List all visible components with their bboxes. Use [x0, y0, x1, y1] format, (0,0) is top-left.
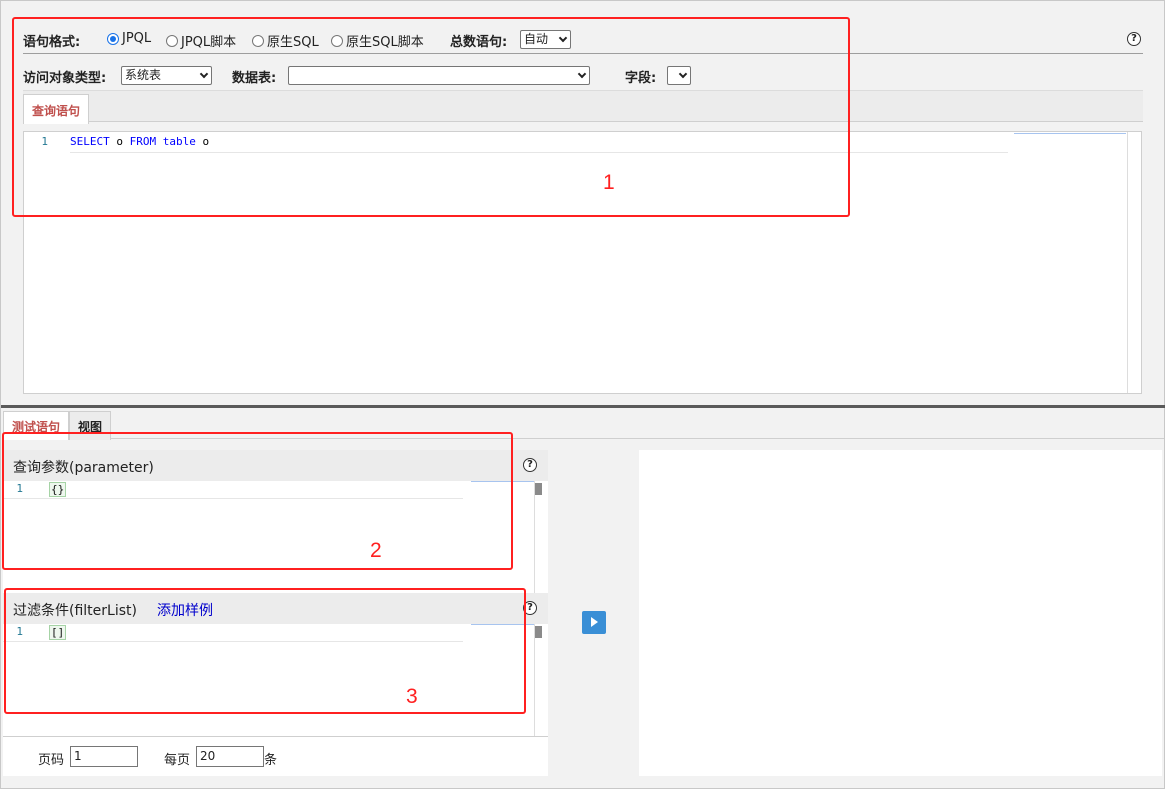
count-statement-label: 总数语句:: [450, 35, 508, 50]
keyword-table: table: [156, 135, 196, 148]
page-size-unit: 条: [264, 753, 278, 768]
keyword-from: FROM: [129, 135, 157, 148]
radio-jpql[interactable]: JPQL: [107, 31, 151, 46]
tab-view[interactable]: 视图: [69, 411, 112, 440]
query-tab-bar: 查询语句: [23, 90, 1143, 124]
editor-scrollbar[interactable]: [1127, 132, 1141, 393]
query-format-row: 语句格式: JPQL JPQL脚本 原生SQL 原生SQL脚本 总数语句: 自动…: [23, 28, 1143, 54]
run-pane: [548, 450, 639, 776]
filter-value: []: [49, 625, 67, 640]
help-icon[interactable]: ?: [523, 601, 537, 615]
radio-native-sql-script[interactable]: 原生SQL脚本: [331, 31, 424, 50]
field-label: 字段:: [625, 71, 657, 86]
chevron-down-icon: [199, 69, 209, 79]
app-window: 语句格式: JPQL JPQL脚本 原生SQL 原生SQL脚本 总数语句: 自动…: [0, 0, 1165, 789]
parameter-panel-header: 查询参数(parameter) ?: [3, 450, 548, 481]
page-size-label: 每页: [164, 753, 191, 768]
chevron-down-icon: [558, 33, 568, 43]
tab-test-statement[interactable]: 测试语句: [3, 411, 70, 440]
play-icon[interactable]: [582, 611, 606, 634]
page-size-input[interactable]: 20: [196, 746, 264, 767]
access-type-label: 访问对象类型:: [23, 71, 107, 86]
query-editor[interactable]: 1 SELECT o FROM table o: [23, 131, 1142, 394]
radio-dot-icon[interactable]: [331, 34, 343, 47]
radio-native-sql-script-label: 原生SQL脚本: [346, 35, 424, 50]
radio-dot-icon[interactable]: [166, 34, 178, 47]
field-select[interactable]: [667, 66, 691, 85]
radio-native-sql-label: 原生SQL: [267, 35, 319, 50]
count-statement-value: 自动: [524, 32, 549, 46]
radio-native-sql[interactable]: 原生SQL: [252, 31, 319, 50]
line-number: 1: [41, 135, 48, 148]
page-number-label: 页码: [38, 753, 65, 768]
code-line: 1 {}: [3, 481, 463, 499]
annotation-number-3: 3: [406, 685, 418, 708]
editor-scrollbar[interactable]: [534, 624, 548, 736]
editor-minimap-line: [1014, 133, 1126, 134]
result-pane: [639, 450, 1162, 776]
filter-editor[interactable]: 1 []: [3, 624, 548, 736]
filter-panel-header: 过滤条件(filterList) 添加样例 ?: [3, 593, 548, 624]
code-text: SELECT o FROM table o: [70, 132, 1008, 153]
count-statement-select[interactable]: 自动: [520, 30, 571, 49]
parameter-value: {}: [49, 482, 67, 497]
bottom-tab-bar: 测试语句 视图: [3, 409, 1164, 440]
page-number-input[interactable]: 1: [70, 746, 138, 767]
radio-jpql-script[interactable]: JPQL脚本: [166, 31, 236, 50]
add-sample-link[interactable]: 添加样例: [157, 603, 213, 619]
radio-dot-icon[interactable]: [252, 34, 264, 47]
query-format-label: 语句格式:: [23, 35, 81, 50]
help-icon[interactable]: ?: [1127, 32, 1141, 46]
filter-title: 过滤条件(filterList): [13, 603, 137, 619]
radio-jpql-script-label: JPQL脚本: [181, 35, 237, 50]
pager: 页码 1 每页 20 条: [3, 736, 548, 776]
access-type-value: 系统表: [125, 68, 162, 82]
scrollbar-thumb[interactable]: [535, 483, 542, 495]
data-table-label: 数据表:: [232, 71, 277, 86]
code-alias-2: o: [195, 135, 210, 148]
annotation-number-1: 1: [603, 171, 615, 194]
code-alias: o: [109, 135, 130, 148]
editor-minimap-line: [471, 624, 535, 625]
chevron-down-icon: [678, 69, 688, 79]
annotation-number-2: 2: [370, 539, 382, 562]
help-icon[interactable]: ?: [523, 458, 537, 472]
test-left-pane: 查询参数(parameter) ? 1 {} 过滤条件(filterList) 添…: [3, 450, 548, 776]
chevron-down-icon: [577, 69, 587, 79]
pane-splitter[interactable]: [1, 405, 1165, 408]
code-line: 1 []: [3, 624, 463, 642]
parameter-title: 查询参数(parameter): [13, 460, 154, 476]
radio-dot-icon[interactable]: [107, 32, 119, 45]
keyword-select: SELECT: [70, 135, 110, 148]
scrollbar-thumb[interactable]: [535, 626, 542, 638]
tab-query-statement[interactable]: 查询语句: [23, 94, 90, 124]
data-table-select[interactable]: [288, 66, 590, 85]
editor-scrollbar[interactable]: [534, 481, 548, 593]
code-line: 1 SELECT o FROM table o: [24, 132, 1008, 153]
editor-minimap-line: [471, 481, 535, 482]
line-number: 1: [16, 625, 23, 638]
access-type-select[interactable]: 系统表: [121, 66, 212, 85]
radio-jpql-label: JPQL: [122, 31, 152, 46]
line-number: 1: [16, 482, 23, 495]
parameter-editor[interactable]: 1 {}: [3, 481, 548, 593]
